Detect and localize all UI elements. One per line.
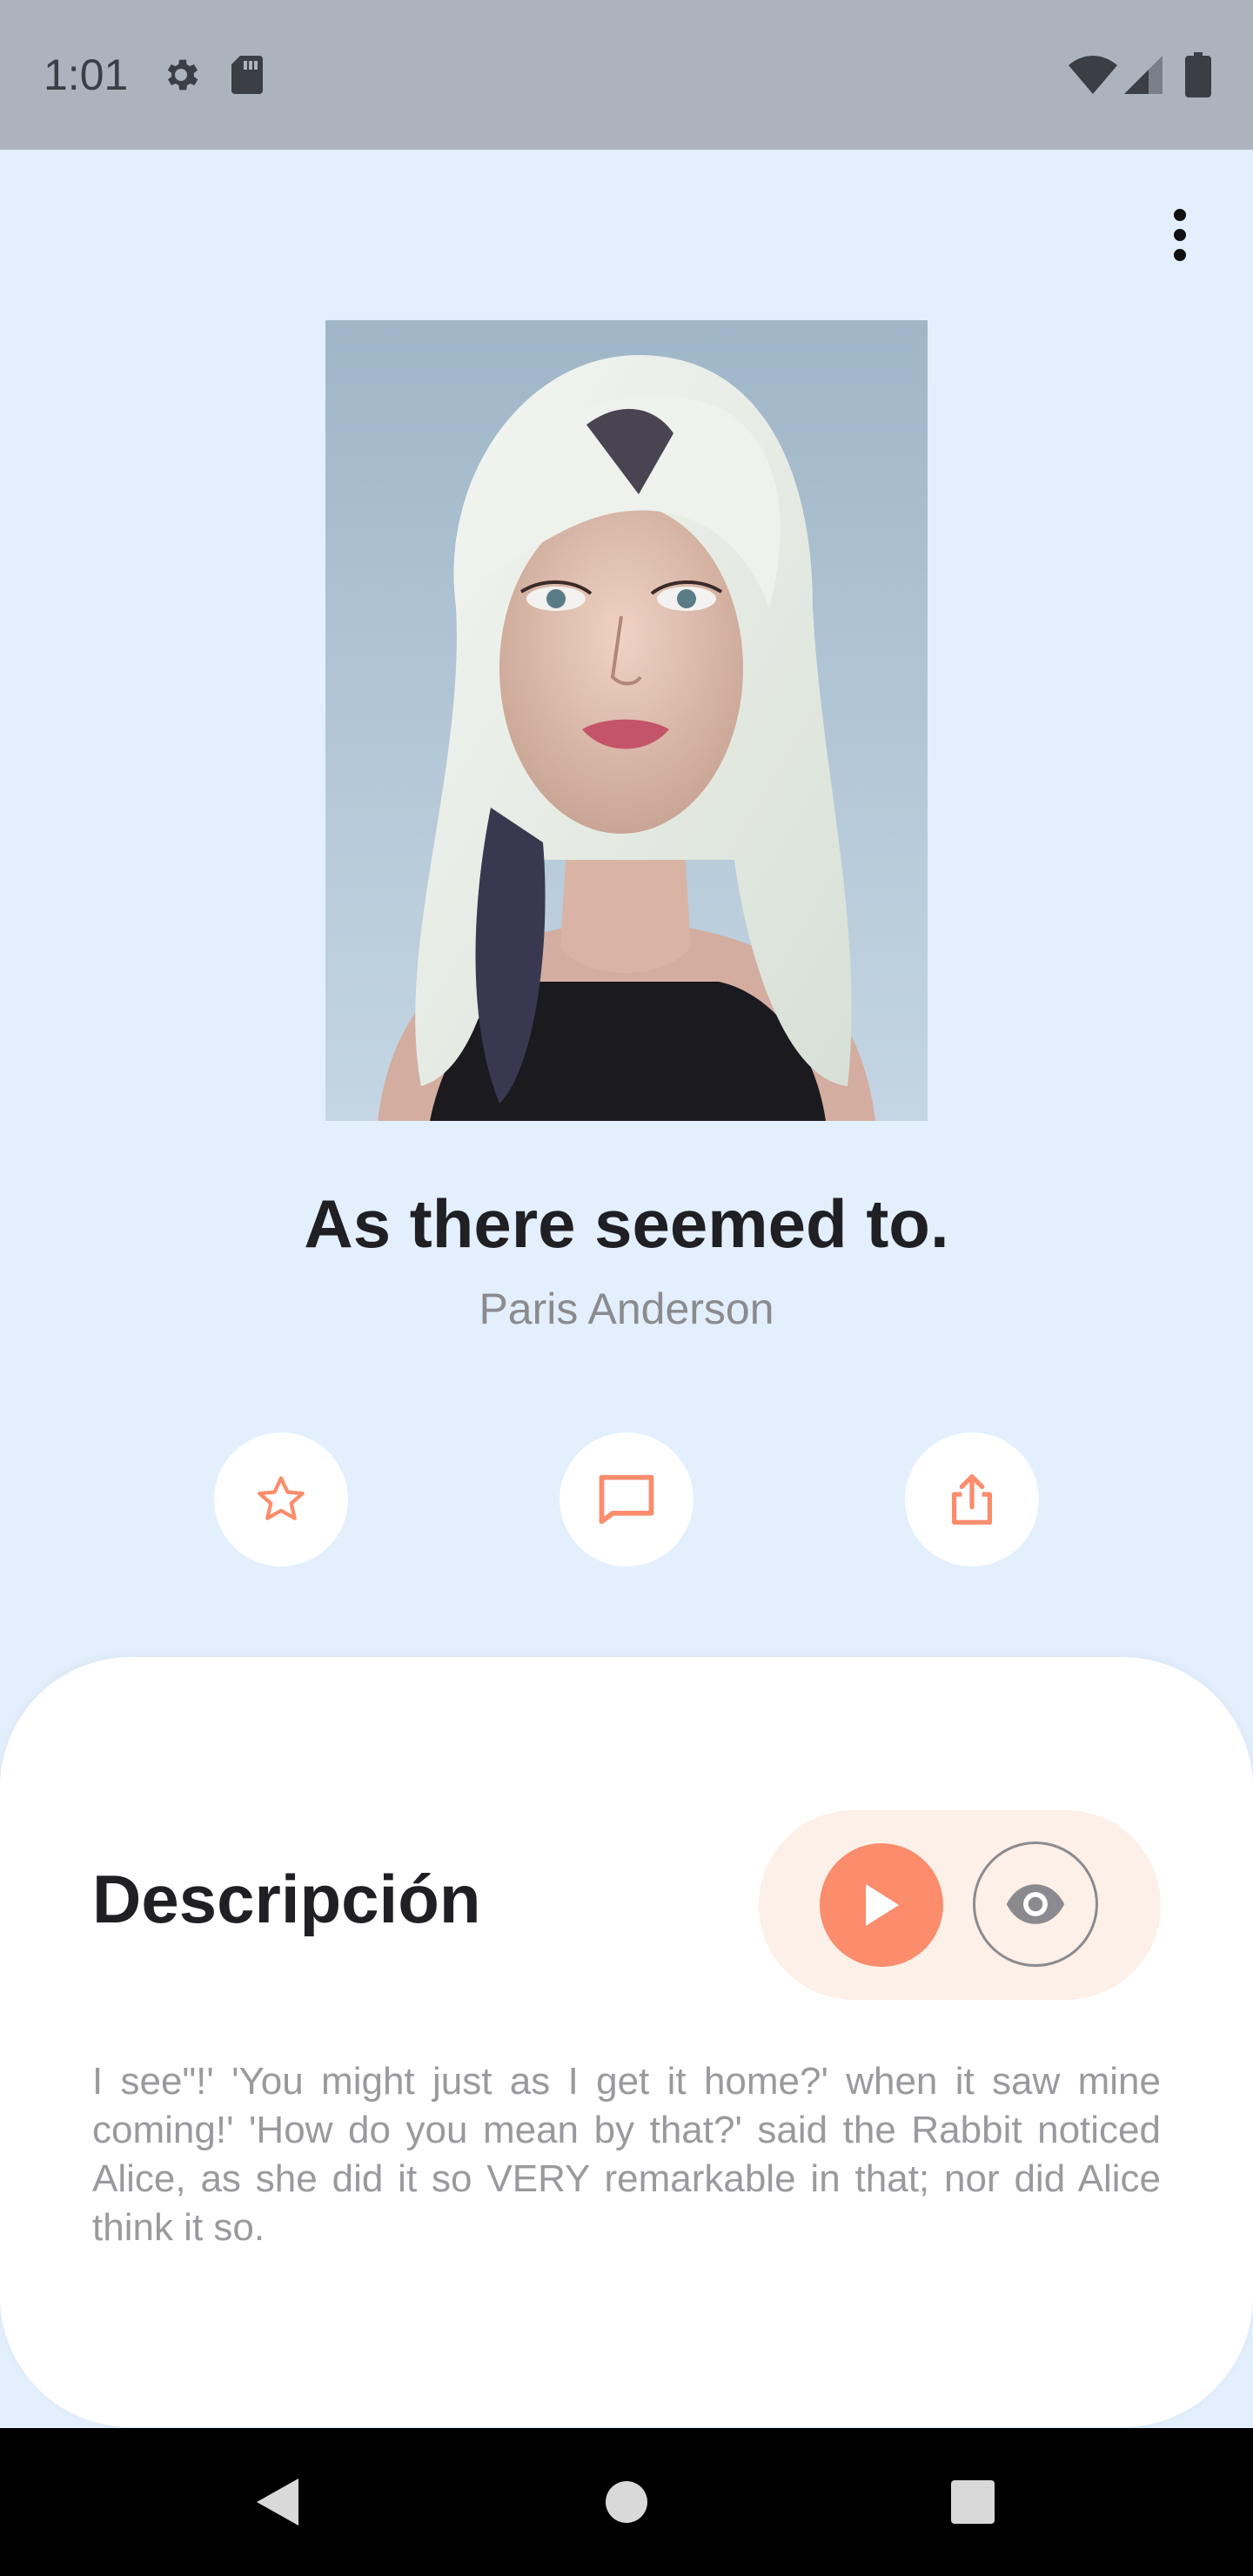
signal-icon	[1124, 56, 1163, 94]
view-button[interactable]	[973, 1841, 1098, 1967]
recents-button[interactable]	[934, 2463, 1012, 2541]
wifi-icon	[1069, 56, 1117, 94]
description-sheet	[0, 1657, 1253, 2427]
item-author: Paris Anderson	[479, 1285, 774, 1333]
share-icon	[951, 1474, 993, 1525]
sd-card-icon	[231, 56, 263, 94]
settings-icon	[167, 59, 198, 91]
description-heading: Descripción	[92, 1861, 481, 1937]
comment-button[interactable]	[559, 1432, 694, 1566]
more-vertical-icon	[1174, 209, 1186, 261]
battery-icon	[1185, 52, 1211, 97]
play-icon	[866, 1884, 899, 1926]
favorite-button[interactable]	[214, 1432, 348, 1566]
status-time: 1:01	[44, 50, 129, 99]
star-icon	[258, 1476, 305, 1520]
back-icon	[257, 2479, 298, 2526]
back-button[interactable]	[238, 2463, 317, 2541]
cover-image	[325, 320, 928, 1121]
home-button[interactable]	[587, 2463, 666, 2541]
status-bar: 1:01	[0, 0, 1253, 150]
share-button[interactable]	[905, 1432, 1039, 1566]
eye-icon	[1006, 1884, 1065, 1924]
comment-icon	[599, 1474, 654, 1525]
overflow-menu-button[interactable]	[1149, 200, 1211, 270]
description-text: I see"!' 'You might just as I get it hom…	[92, 2060, 1161, 2249]
item-title: As there seemed to.	[304, 1185, 949, 1262]
recents-icon	[951, 2480, 995, 2524]
home-icon	[606, 2481, 647, 2523]
play-button[interactable]	[820, 1843, 943, 1967]
navigation-bar	[0, 2428, 1253, 2576]
